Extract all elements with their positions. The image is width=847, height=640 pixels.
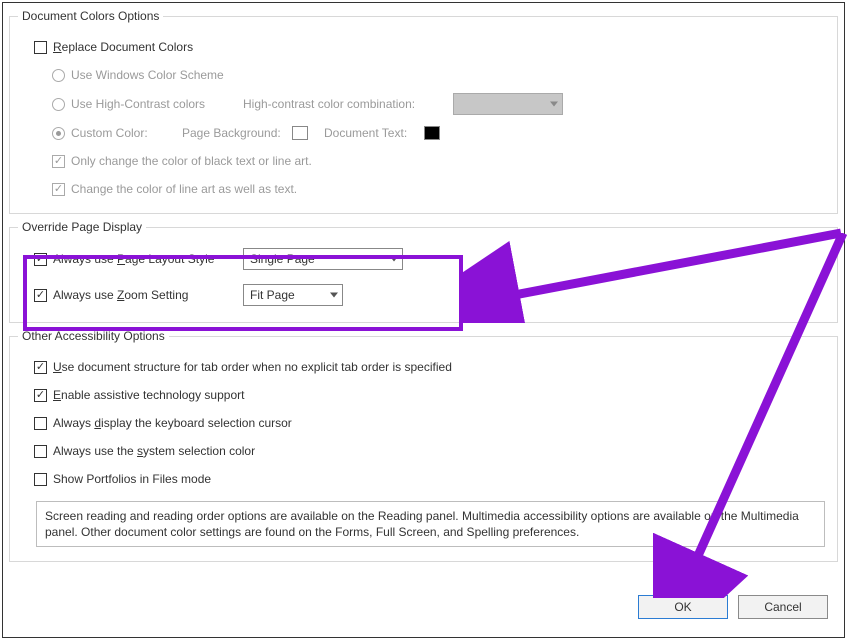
checkbox-system-selection-color[interactable] <box>34 445 47 458</box>
combo-zoom-value: Fit Page <box>250 288 295 302</box>
checkbox-show-portfolios[interactable] <box>34 473 47 486</box>
label-enable-assistive: Enable assistive technology support <box>53 388 244 402</box>
checkbox-keyboard-selection[interactable] <box>34 417 47 430</box>
label-only-black: Only change the color of black text or l… <box>71 154 312 168</box>
checkbox-page-layout-style[interactable] <box>34 253 47 266</box>
checkbox-zoom-setting[interactable] <box>34 289 47 302</box>
swatch-page-background <box>292 126 308 140</box>
label-custom-color: Custom Color: <box>71 126 176 140</box>
label-replace-document-colors: Replace Document Colors <box>53 40 193 54</box>
combo-page-layout-value: Single Page <box>250 252 315 266</box>
radio-high-contrast <box>52 98 65 111</box>
group-other-accessibility: Other Accessibility Options Use document… <box>9 329 838 562</box>
radio-windows-color-scheme <box>52 69 65 82</box>
label-page-background: Page Background: <box>182 126 292 140</box>
cancel-button[interactable]: Cancel <box>738 595 828 619</box>
label-document-text: Document Text: <box>324 126 424 140</box>
checkbox-line-art <box>52 183 65 196</box>
group-override-page-display: Override Page Display Always use Page La… <box>9 220 838 323</box>
preferences-dialog: Document Colors Options Replace Document… <box>2 2 845 638</box>
chevron-down-icon <box>330 293 338 298</box>
checkbox-use-document-structure[interactable] <box>34 361 47 374</box>
legend-other: Other Accessibility Options <box>18 329 169 343</box>
label-line-art: Change the color of line art as well as … <box>71 182 297 196</box>
label-use-document-structure: Use document structure for tab order whe… <box>53 360 452 374</box>
checkbox-enable-assistive[interactable] <box>34 389 47 402</box>
label-high-contrast: Use High-Contrast colors <box>71 97 221 111</box>
checkbox-replace-document-colors[interactable] <box>34 41 47 54</box>
legend-document-colors: Document Colors Options <box>18 9 163 23</box>
group-document-colors: Document Colors Options Replace Document… <box>9 9 838 214</box>
radio-custom-color <box>52 127 65 140</box>
legend-override: Override Page Display <box>18 220 146 234</box>
info-text-box: Screen reading and reading order options… <box>36 501 825 547</box>
label-windows-color-scheme: Use Windows Color Scheme <box>71 68 224 82</box>
dialog-buttons: OK Cancel <box>638 595 828 619</box>
label-hc-combo: High-contrast color combination: <box>243 97 453 111</box>
checkbox-only-black <box>52 155 65 168</box>
label-zoom-setting: Always use Zoom Setting <box>53 288 243 302</box>
chevron-down-icon <box>550 102 558 107</box>
label-page-layout-style: Always use Page Layout Style <box>53 252 243 266</box>
combo-zoom-setting[interactable]: Fit Page <box>243 284 343 306</box>
label-show-portfolios: Show Portfolios in Files mode <box>53 472 211 486</box>
chevron-down-icon <box>390 257 398 262</box>
combo-page-layout-style[interactable]: Single Page <box>243 248 403 270</box>
combo-high-contrast <box>453 93 563 115</box>
swatch-document-text <box>424 126 440 140</box>
ok-button[interactable]: OK <box>638 595 728 619</box>
label-system-selection-color: Always use the system selection color <box>53 444 255 458</box>
label-keyboard-selection: Always display the keyboard selection cu… <box>53 416 292 430</box>
